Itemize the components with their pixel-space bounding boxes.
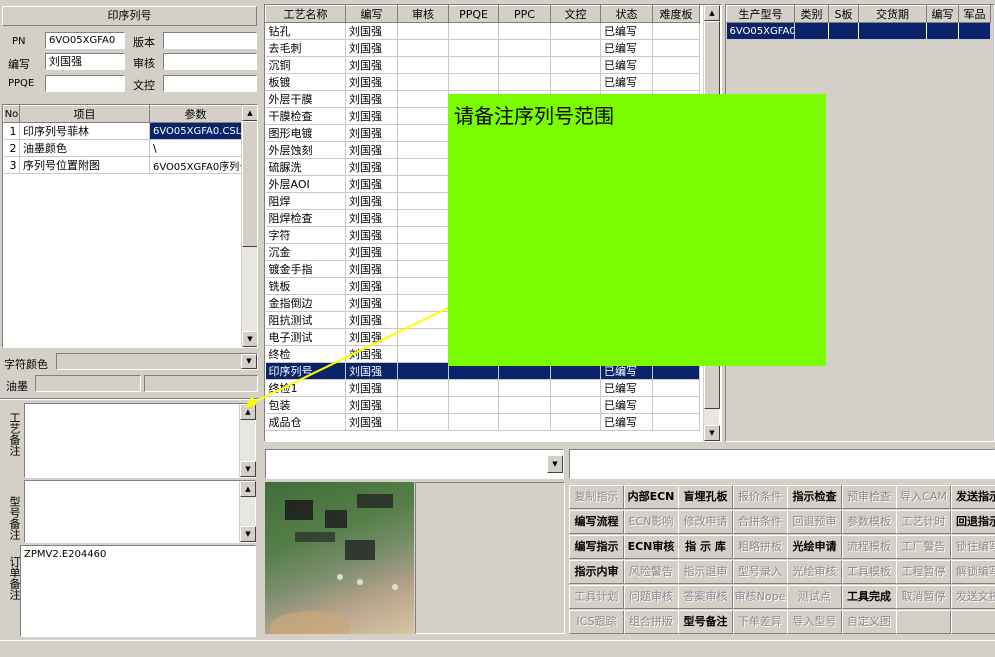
- tooltip-text: 请备注序列号范围: [454, 104, 614, 128]
- arrow-head-icon: [244, 396, 256, 408]
- arrow-line: [247, 307, 449, 406]
- annotation-tooltip: 请备注序列号范围: [448, 94, 826, 366]
